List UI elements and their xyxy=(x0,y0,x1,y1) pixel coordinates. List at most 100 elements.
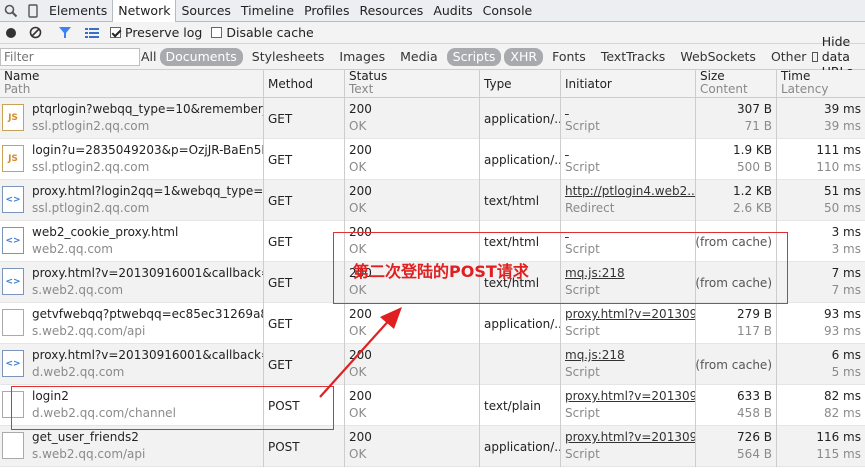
cell-name[interactable]: JS ptqrlogin?webqq_type=10&remember_u... s… xyxy=(0,98,264,139)
col-name[interactable]: Name Path xyxy=(0,70,264,98)
initiator-link[interactable] xyxy=(565,101,691,118)
time-value: 7 ms xyxy=(831,266,861,280)
cell-method: GET xyxy=(264,139,345,180)
col-status[interactable]: Status Text xyxy=(345,70,480,98)
cell-name[interactable]: <> proxy.html?v=20130916001&callback=1...… xyxy=(0,344,264,385)
record-icon[interactable] xyxy=(2,22,20,44)
latency-value: 3 ms xyxy=(831,242,861,256)
request-path: ssl.ptlogin2.qq.com xyxy=(32,160,150,174)
table-row[interactable]: get_user_friends2 s.web2.qq.com/api POST 20… xyxy=(0,426,865,467)
annotation-label: 第二次登陆的POST请求 xyxy=(353,262,529,281)
large-rows-icon[interactable] xyxy=(80,22,104,44)
initiator-type: Script xyxy=(565,365,600,379)
cell-size: 279 B 117 B xyxy=(696,303,777,344)
initiator-link[interactable]: proxy.html?v=201309... xyxy=(565,306,695,323)
request-name: web2_cookie_proxy.html xyxy=(32,225,179,239)
cell-name[interactable]: get_user_friends2 s.web2.qq.com/api xyxy=(0,426,264,467)
cell-time: 93 ms 93 ms xyxy=(777,303,865,344)
filter-other[interactable]: Other xyxy=(765,48,813,66)
time-value: 82 ms xyxy=(823,389,861,403)
latency-value: 82 ms xyxy=(823,406,861,420)
initiator-link[interactable]: proxy.html?v=201309... xyxy=(565,388,695,405)
disable-cache-checkbox[interactable]: Disable cache xyxy=(211,25,314,40)
status-code: 200 xyxy=(349,102,372,116)
table-row[interactable]: <> proxy.html?v=20130916001&callback=1...… xyxy=(0,344,865,385)
col-method[interactable]: Method xyxy=(264,70,345,98)
tab-timeline[interactable]: Timeline xyxy=(236,0,299,21)
table-row[interactable]: JS ptqrlogin?webqq_type=10&remember_u... s… xyxy=(0,98,865,139)
cell-name[interactable]: <> web2_cookie_proxy.html web2.qq.com xyxy=(0,221,264,262)
cell-time: 3 ms 3 ms xyxy=(777,221,865,262)
preserve-log-checkbox[interactable]: Preserve log xyxy=(110,25,202,40)
col-name-label: Name xyxy=(4,69,40,83)
filter-bar: All Documents Stylesheets Images Media S… xyxy=(0,34,865,79)
tab-sources[interactable]: Sources xyxy=(176,0,235,21)
initiator-link[interactable] xyxy=(565,142,691,159)
filter-input[interactable] xyxy=(0,47,140,66)
cell-name[interactable]: JS login?u=2835049203&p=OzjJR-BaEn5Bg... s… xyxy=(0,139,264,180)
cell-status: 200 OK xyxy=(345,426,480,467)
status-text: OK xyxy=(349,160,367,174)
time-value: 116 ms xyxy=(816,430,861,444)
tab-audits[interactable]: Audits xyxy=(428,0,477,21)
cell-initiator: proxy.html?v=201309... Script xyxy=(561,426,696,467)
initiator-link[interactable]: proxy.html?v=201309... xyxy=(565,429,695,446)
initiator-link[interactable]: mq.js:218 xyxy=(565,347,691,364)
cell-size: 307 B 71 B xyxy=(696,98,777,139)
col-time[interactable]: Time Latency xyxy=(777,70,865,98)
latency-value: 7 ms xyxy=(831,283,861,297)
filter-xhr[interactable]: XHR xyxy=(504,47,544,66)
latency-value: 50 ms xyxy=(823,201,861,215)
filter-documents[interactable]: Documents xyxy=(159,47,243,66)
cell-name[interactable]: <> proxy.html?login2qq=1&webqq_type=10 ssl… xyxy=(0,180,264,221)
col-type[interactable]: Type xyxy=(480,70,561,98)
grid-header: Name Path Method Status Text Type Initia… xyxy=(0,70,865,98)
table-row[interactable]: getvfwebqq?ptwebqq=ec85ec31269a84... s.we… xyxy=(0,303,865,344)
js-file-icon: JS xyxy=(2,145,24,172)
cell-type: application/... xyxy=(480,303,561,344)
latency-value: 39 ms xyxy=(823,119,861,133)
col-content-label: Content xyxy=(700,82,748,96)
search-icon[interactable] xyxy=(0,0,22,21)
request-name: proxy.html?v=20130916001&callback=1... xyxy=(32,348,263,362)
filter-icon[interactable] xyxy=(50,22,80,44)
col-initiator[interactable]: Initiator xyxy=(561,70,696,98)
tab-console[interactable]: Console xyxy=(478,0,538,21)
size-value: 279 B xyxy=(737,307,772,321)
clear-icon[interactable] xyxy=(20,22,50,44)
cell-initiator: proxy.html?v=201309... Script xyxy=(561,303,696,344)
checkbox-box xyxy=(211,27,223,38)
status-code: 200 xyxy=(349,184,372,198)
cell-name[interactable]: getvfwebqq?ptwebqq=ec85ec31269a84... s.we… xyxy=(0,303,264,344)
cell-type: application/... xyxy=(480,426,561,467)
filter-images[interactable]: Images xyxy=(333,48,391,66)
device-mode-icon[interactable] xyxy=(22,0,44,21)
table-row[interactable]: JS login?u=2835049203&p=OzjJR-BaEn5Bg... s… xyxy=(0,139,865,180)
filter-fonts[interactable]: Fonts xyxy=(546,48,592,66)
content-value: 2.6 KB xyxy=(733,201,772,215)
filter-stylesheets[interactable]: Stylesheets xyxy=(246,48,331,66)
initiator-type: Redirect xyxy=(565,201,615,215)
time-value: 111 ms xyxy=(816,143,861,157)
cell-size: 633 B 458 B xyxy=(696,385,777,426)
filter-scripts[interactable]: Scripts xyxy=(446,47,502,66)
filter-websockets[interactable]: WebSockets xyxy=(674,48,762,66)
request-path: ssl.ptlogin2.qq.com xyxy=(32,119,150,133)
initiator-link[interactable]: http://ptlogin4.web2... xyxy=(565,183,695,200)
col-size[interactable]: Size Content xyxy=(696,70,777,98)
tab-elements[interactable]: Elements xyxy=(44,0,112,21)
filter-all[interactable]: All xyxy=(135,48,163,66)
cell-name[interactable]: <> proxy.html?v=20130916001&callback=1...… xyxy=(0,262,264,303)
cell-time: 51 ms 50 ms xyxy=(777,180,865,221)
filter-media[interactable]: Media xyxy=(394,48,444,66)
status-code: 200 xyxy=(349,143,372,157)
cell-type: application/... xyxy=(480,98,561,139)
cell-method: GET xyxy=(264,180,345,221)
cell-size: 1.2 KB 2.6 KB xyxy=(696,180,777,221)
tab-profiles[interactable]: Profiles xyxy=(299,0,354,21)
filter-texttracks[interactable]: TextTracks xyxy=(595,48,672,66)
initiator-type: Script xyxy=(565,119,600,133)
table-row[interactable]: <> proxy.html?login2qq=1&webqq_type=10 ssl… xyxy=(0,180,865,221)
tab-network[interactable]: Network xyxy=(112,0,177,22)
tab-resources[interactable]: Resources xyxy=(354,0,428,21)
